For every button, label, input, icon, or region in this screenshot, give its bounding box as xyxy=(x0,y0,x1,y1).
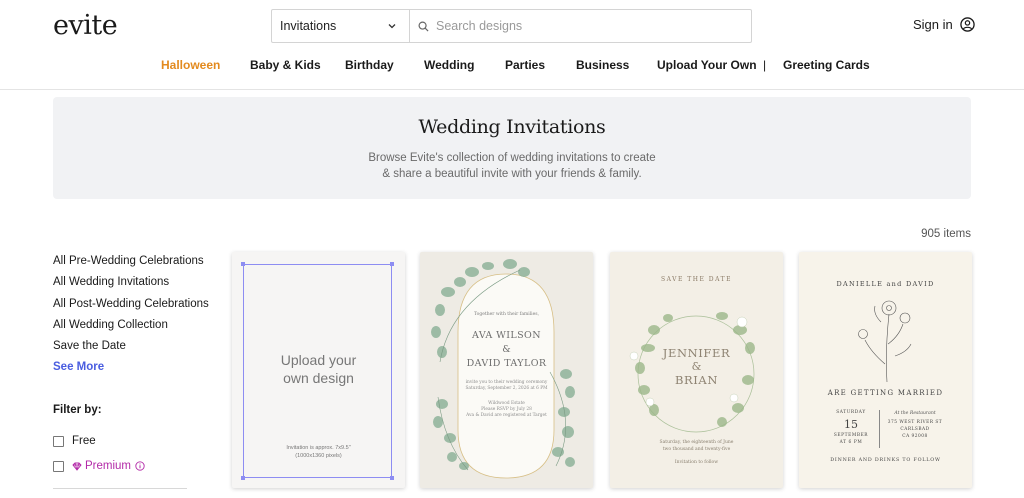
danielle-venue-4: CA 92008 xyxy=(902,434,928,439)
ava-amp: & xyxy=(502,344,511,355)
frame-handle xyxy=(390,476,394,480)
page-title: Wedding Invitations xyxy=(418,116,606,138)
danielle-time: AT 6 PM xyxy=(839,440,863,445)
ava-name-2: DAVID TAYLOR xyxy=(466,358,547,369)
jennifer-amp: & xyxy=(691,360,702,373)
nav-parties[interactable]: Parties xyxy=(505,58,545,72)
search-input[interactable]: Search designs xyxy=(410,10,751,42)
danielle-month: SEPTEMBER xyxy=(833,433,869,438)
sidebar-link-pre-wedding[interactable]: All Pre-Wedding Celebrations xyxy=(53,254,223,275)
nav-halloween[interactable]: Halloween xyxy=(161,58,220,72)
ava-line-5: Ava & David are registered at Target xyxy=(466,413,547,418)
nav-business[interactable]: Business xyxy=(576,58,629,72)
nav-upload-your-own[interactable]: Upload Your Own xyxy=(657,58,757,72)
item-count: 905 items xyxy=(921,228,971,240)
sign-in-label: Sign in xyxy=(913,17,953,32)
danielle-headline: ARE GETTING MARRIED xyxy=(827,389,944,397)
jennifer-name-2: BRIAN xyxy=(674,373,719,387)
sidebar-divider xyxy=(53,488,187,489)
premium-label: Premium xyxy=(85,460,132,473)
evite-logo[interactable]: evite xyxy=(53,10,118,41)
upload-line-1: Upload your xyxy=(280,352,357,368)
danielle-venue-1: At the Restaurant xyxy=(894,411,936,416)
premium-checkbox[interactable] xyxy=(53,460,64,472)
category-nav: Halloween Baby & Kids Birthday Wedding P… xyxy=(0,58,1024,78)
danielle-date: 15 xyxy=(844,418,858,431)
search-icon xyxy=(418,21,429,32)
banner-line-1: Browse Evite's collection of wedding inv… xyxy=(368,152,656,164)
invitation-card-ava-david[interactable]: Together with their families, AVA WILSON… xyxy=(420,252,593,488)
info-icon[interactable] xyxy=(135,461,145,471)
jennifer-line-1: Saturday, the eighteenth of June xyxy=(659,440,734,445)
jennifer-line-3: Invitation to follow xyxy=(674,460,719,465)
ava-intro: Together with their families, xyxy=(473,312,539,317)
frame-handle xyxy=(241,262,245,266)
category-select[interactable]: Invitations xyxy=(272,10,410,42)
nav-greeting-cards[interactable]: Greeting Cards xyxy=(783,58,870,72)
danielle-venue-3: CARLSBAD xyxy=(900,427,930,432)
ava-name-1: AVA WILSON xyxy=(472,330,541,341)
ava-line-3: Wildwood Estate xyxy=(488,401,525,406)
free-checkbox[interactable] xyxy=(53,435,64,447)
sidebar-link-post-wedding[interactable]: All Post-Wedding Celebrations xyxy=(53,297,223,318)
diamond-icon xyxy=(72,462,82,471)
sidebar-link-wedding-collection[interactable]: All Wedding Collection xyxy=(53,318,223,339)
free-label: Free xyxy=(72,435,96,448)
ava-line-2: Saturday, September 2, 2026 at 6 PM xyxy=(465,386,548,391)
jennifer-line-2: two thousand and twenty-five xyxy=(662,447,731,452)
banner-description: Browse Evite's collection of wedding inv… xyxy=(53,150,971,182)
filter-free[interactable]: Free xyxy=(53,429,223,454)
sidebar-link-save-the-date[interactable]: Save the Date xyxy=(53,339,223,360)
banner-line-2: & share a beautiful invite with your fri… xyxy=(382,168,642,180)
site-header: evite Invitations Search designs Sign in… xyxy=(0,0,1024,90)
premium-label-group: Premium xyxy=(72,460,148,472)
filter-title: Filter by: xyxy=(53,403,102,416)
upload-title: Upload your own design xyxy=(232,351,405,387)
nav-birthday[interactable]: Birthday xyxy=(345,58,394,72)
category-select-value: Invitations xyxy=(280,19,337,33)
upload-note-1: Invitation is approx. 7x9.5" xyxy=(286,445,351,451)
sidebar: All Pre-Wedding Celebrations All Wedding… xyxy=(53,254,223,479)
filter-premium[interactable]: Premium xyxy=(53,454,223,479)
invitation-card-danielle-david[interactable]: DANIELLE and DAVID ARE GETTING MARRIED S… xyxy=(799,252,972,488)
ava-line-1: invite you to their wedding ceremony xyxy=(465,380,548,385)
danielle-footer: DINNER AND DRINKS TO FOLLOW xyxy=(830,458,941,463)
sidebar-link-wedding-invitations[interactable]: All Wedding Invitations xyxy=(53,275,223,296)
nav-baby-kids[interactable]: Baby & Kids xyxy=(250,58,321,72)
frame-handle xyxy=(241,476,245,480)
see-more-link[interactable]: See More xyxy=(53,360,223,381)
upload-line-2: own design xyxy=(283,370,354,386)
upload-size-note: Invitation is approx. 7x9.5" (1000x1360 … xyxy=(232,444,405,460)
jennifer-name-1: JENNIFER xyxy=(662,346,731,360)
search-placeholder: Search designs xyxy=(436,19,523,33)
category-banner: Wedding Invitations Browse Evite's colle… xyxy=(53,97,971,199)
upload-design-card[interactable]: Upload your own design Invitation is app… xyxy=(232,252,405,488)
nav-separator: | xyxy=(763,58,767,72)
invitation-card-jennifer-brian[interactable]: SAVE THE DATE JENNIFER & BRIAN Saturday,… xyxy=(610,252,783,488)
frame-handle xyxy=(390,262,394,266)
jennifer-save-the-date: SAVE THE DATE xyxy=(661,276,732,283)
ava-line-4: Please RSVP by July 28 xyxy=(481,407,532,412)
danielle-venue-2: 375 WEST RIVER ST xyxy=(887,420,943,425)
danielle-names: DANIELLE and DAVID xyxy=(836,280,935,288)
eucalyptus-artwork xyxy=(431,259,575,479)
user-icon xyxy=(960,17,975,32)
danielle-day: SATURDAY xyxy=(836,410,866,415)
sign-in-button[interactable]: Sign in xyxy=(913,17,975,32)
upload-note-2: (1000x1360 pixels) xyxy=(295,453,342,459)
date-divider xyxy=(879,410,880,448)
chevron-down-icon xyxy=(388,24,396,29)
nav-wedding[interactable]: Wedding xyxy=(424,58,474,72)
search-bar: Invitations Search designs xyxy=(271,9,752,43)
